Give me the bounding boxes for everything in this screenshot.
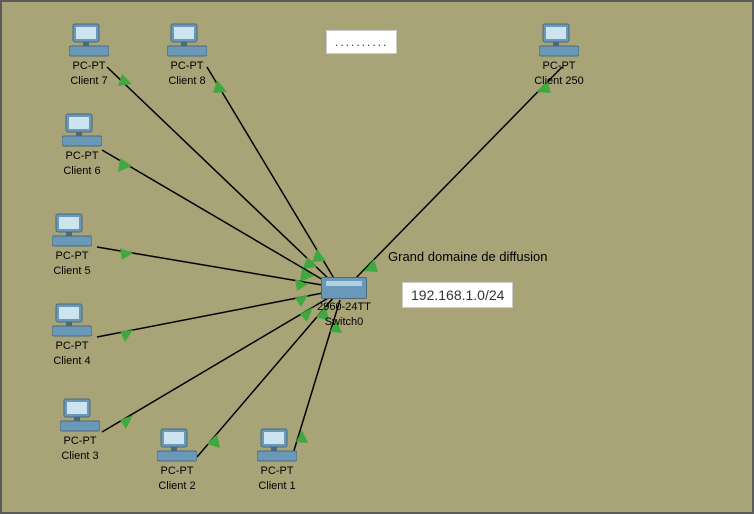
pc-icon — [52, 212, 92, 248]
pc-icon — [157, 427, 197, 463]
pc-type-label: PC-PT — [534, 60, 584, 73]
switch-icon — [321, 277, 367, 299]
pc-type-label: PC-PT — [55, 435, 105, 448]
subnet-note[interactable]: 192.168.1.0/24 — [402, 282, 513, 308]
broadcast-domain-text: Grand domaine de diffusion — [388, 249, 547, 264]
pc-type-label: PC-PT — [47, 250, 97, 263]
pc-name-label: Client 6 — [57, 165, 107, 178]
pc-client-7[interactable]: PC-PT Client 7 — [64, 22, 114, 88]
network-diagram-canvas: PC-PT Client 7 PC-PT Client 8 PC-PT Clie… — [0, 0, 754, 514]
pc-type-label: PC-PT — [47, 340, 97, 353]
switch-name-label: Switch0 — [314, 316, 374, 329]
pc-type-label: PC-PT — [252, 465, 302, 478]
pc-name-label: Client 250 — [534, 75, 584, 88]
pc-type-label: PC-PT — [152, 465, 202, 478]
pc-client-2[interactable]: PC-PT Client 2 — [152, 427, 202, 493]
pc-name-label: Client 2 — [152, 480, 202, 493]
pc-client-1[interactable]: PC-PT Client 1 — [252, 427, 302, 493]
pc-icon — [69, 22, 109, 58]
pc-client-5[interactable]: PC-PT Client 5 — [47, 212, 97, 278]
links-layer — [2, 2, 752, 512]
pc-name-label: Client 7 — [64, 75, 114, 88]
pc-name-label: Client 8 — [162, 75, 212, 88]
pc-name-label: Client 3 — [55, 450, 105, 463]
pc-name-label: Client 1 — [252, 480, 302, 493]
pc-client-3[interactable]: PC-PT Client 3 — [55, 397, 105, 463]
pc-icon — [539, 22, 579, 58]
pc-client-4[interactable]: PC-PT Client 4 — [47, 302, 97, 368]
pc-icon — [257, 427, 297, 463]
pc-type-label: PC-PT — [64, 60, 114, 73]
pc-client-6[interactable]: PC-PT Client 6 — [57, 112, 107, 178]
switch-type-label: 2960-24TT — [314, 301, 374, 314]
pc-icon — [52, 302, 92, 338]
switch-0[interactable]: 2960-24TT Switch0 — [314, 277, 374, 329]
pc-name-label: Client 4 — [47, 355, 97, 368]
pc-type-label: PC-PT — [162, 60, 212, 73]
pc-name-label: Client 5 — [47, 265, 97, 278]
pc-icon — [62, 112, 102, 148]
pc-client-8[interactable]: PC-PT Client 8 — [162, 22, 212, 88]
pc-type-label: PC-PT — [57, 150, 107, 163]
ellipsis-note[interactable]: .......... — [326, 30, 397, 54]
pc-client-250[interactable]: PC-PT Client 250 — [534, 22, 584, 88]
pc-icon — [167, 22, 207, 58]
pc-icon — [60, 397, 100, 433]
